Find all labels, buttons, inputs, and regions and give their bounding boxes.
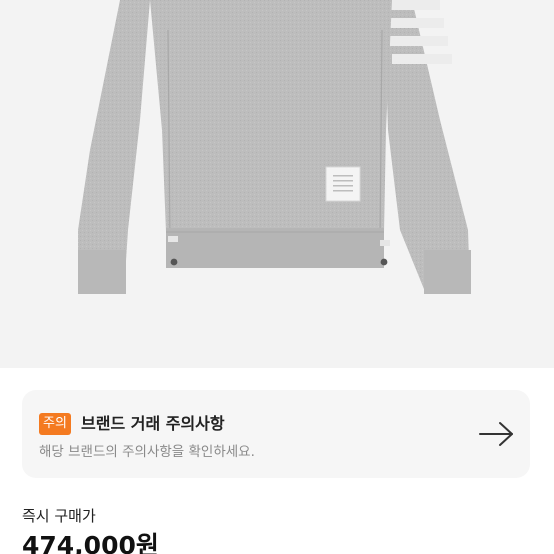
product-detail-page: 주의 브랜드 거래 주의사항 해당 브랜드의 주의사항을 확인하세요. 즉시 구… [0, 0, 554, 554]
notice-title: 브랜드 거래 주의사항 [81, 414, 225, 433]
notice-description: 해당 브랜드의 주의사항을 확인하세요. [39, 444, 255, 460]
arrow-right-icon[interactable] [477, 420, 517, 448]
sweatshirt-illustration [78, 0, 471, 294]
name-label-patch [325, 166, 361, 202]
caution-badge: 주의 [39, 413, 71, 435]
buy-now-price-label: 즉시 구매가 [22, 507, 96, 525]
brand-notice-card[interactable]: 주의 브랜드 거래 주의사항 해당 브랜드의 주의사항을 확인하세요. [22, 390, 530, 478]
buy-now-price: 474,000원 [22, 531, 159, 554]
product-image[interactable] [0, 0, 554, 368]
